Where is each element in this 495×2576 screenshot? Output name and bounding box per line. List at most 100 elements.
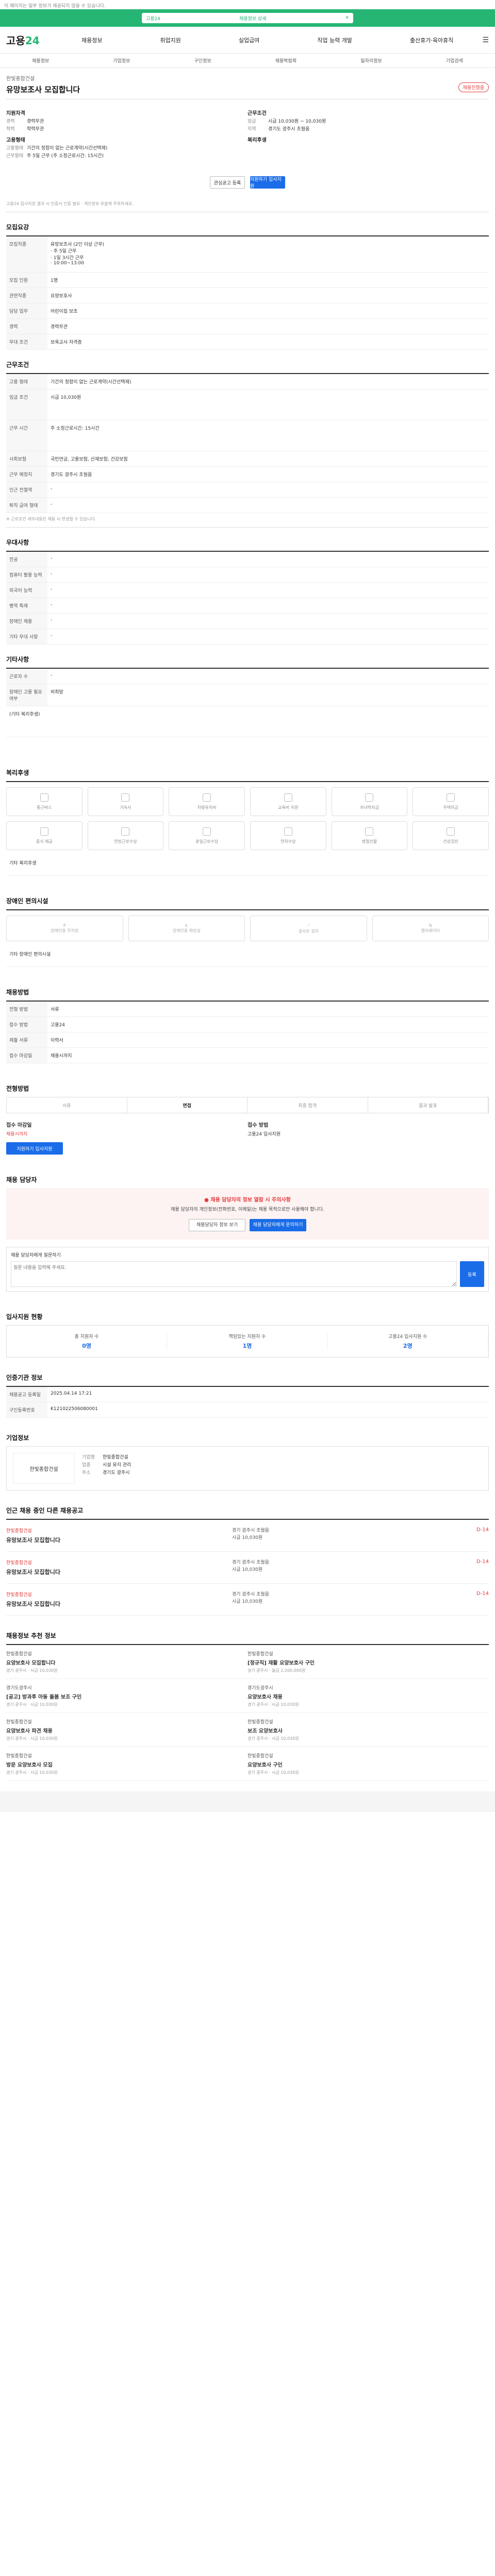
save-button[interactable]: 관심공고 등록	[210, 176, 245, 189]
stat-item: 책임있는 지원자 수 1명	[167, 1333, 328, 1350]
item-meta: 경기 광주시 초월읍	[232, 1528, 269, 1533]
rec-meta: 경기 광주시 · 시급 10,030원	[6, 1770, 58, 1775]
row-label: 고용 형태	[6, 374, 47, 389]
rec-title[interactable]: [공고] 방과후 아동 돌봄 보조 구인	[6, 1692, 248, 1700]
subnav-item[interactable]: 채용정보	[32, 57, 49, 64]
apply-button-2[interactable]: 지원하기 입사지원	[6, 1142, 63, 1155]
logo-text-b: 24	[25, 35, 40, 47]
calendar-icon	[203, 827, 211, 836]
row-value: 국민연금, 고용보험, 산재보험, 건강보험	[51, 457, 128, 462]
summary-key: 임금	[248, 119, 256, 124]
section-steps: 전형방법 서류 면접 최종 합격 결과 발표 접수 마감일 채용시까지 지원하기…	[6, 1084, 489, 1155]
question-submit-button[interactable]: 등록	[459, 1261, 484, 1287]
rec-title[interactable]: 요양보호사 채용	[248, 1692, 489, 1700]
item-company: 한빛종합건설	[6, 1529, 32, 1534]
nav-item-benefit[interactable]: 실업급여	[239, 36, 259, 44]
nav-item-support[interactable]: 취업지원	[160, 36, 180, 44]
top-note: 이 페이지는 일부 정보가 제공되지 않을 수 있습니다.	[0, 0, 495, 9]
item-company: 한빛종합건설	[6, 1592, 32, 1598]
welfare-label: 차량유지비	[197, 805, 217, 810]
step-item: 최종 합격	[248, 1097, 368, 1113]
list-item[interactable]: 한빛종합건설 유망보조사 모집합니다 경기 광주시 초월읍 시급 10,030원 D…	[6, 1520, 489, 1552]
section-disability: 장애인 편의시설 P 장애인용 주차장 ♿ 장애인용 화장실 ⟋ 경사로 설치 ⇅ 엘리…	[6, 896, 489, 967]
row-value: -	[51, 587, 53, 592]
rec-title[interactable]: 요양보호사 모집합니다	[6, 1658, 248, 1666]
apply-button[interactable]: 지원하기 입사지원	[250, 176, 285, 189]
subnav-item[interactable]: 기업검색	[446, 57, 463, 64]
section-title: 기타사항	[6, 656, 29, 663]
rec-item[interactable]: 한빛종합건설 [정규직] 재활 요양보호사 구인 경기 광주시 · 월급 2,200…	[248, 1645, 489, 1679]
coin-icon	[284, 827, 292, 836]
rec-item[interactable]: 경기도광주시 요양보호사 채용 경기 광주시 · 시급 10,030원	[248, 1679, 489, 1713]
summary-value: 경력무관	[27, 119, 44, 124]
rec-item[interactable]: 한빛종합건설 요양보호사 모집합니다 경기 광주시 · 시급 10,030원	[6, 1645, 248, 1679]
section-info: 인증기관 정보 채용공고 등록일 2025.04.14 17:21 구인등록번호 K…	[6, 1373, 489, 1418]
rec-title[interactable]: 보조 요양보호사	[248, 1726, 489, 1734]
step-bar: 서류 면접 최종 합격 결과 발표	[6, 1097, 489, 1113]
welfare-label: 중식 제공	[36, 839, 53, 844]
row-value: 고용24	[51, 1023, 65, 1028]
menu-icon[interactable]: ☰	[482, 36, 489, 44]
subnav-item[interactable]: 구인정보	[194, 57, 211, 64]
job-summary: 지원자격 경력 경력무관 학력 학력무관 고용형태 고용형태 기간의 정함이 없는 근…	[6, 99, 489, 161]
site-logo[interactable]: 고용24	[6, 32, 53, 47]
item-title[interactable]: 유망보조사 모집합니다	[6, 1536, 232, 1544]
rec-item[interactable]: 한빛종합건설 요양보호사 파견 채용 경기 광주시 · 시급 10,030원	[6, 1713, 248, 1747]
list-item[interactable]: 한빛종합건설 유망보조사 모집합니다 경기 광주시 초월읍 시급 10,030원 D…	[6, 1584, 489, 1616]
method-title: 접수 방법	[248, 1123, 269, 1128]
company-key: 주소	[82, 1470, 91, 1476]
item-title[interactable]: 유망보조사 모집합니다	[6, 1568, 232, 1576]
row-value: -	[51, 486, 53, 492]
section-title: 전형방법	[6, 1085, 29, 1092]
nav-item-training[interactable]: 직업 능력 개발	[317, 36, 352, 44]
question-input[interactable]	[11, 1261, 457, 1287]
job-title: 유망보조사 모집합니다	[6, 85, 80, 94]
nav-item-jobs[interactable]: 채용정보	[81, 36, 102, 44]
row-value: (기타 복리후생)	[9, 712, 40, 717]
company-logo: 한빛종합건설	[13, 1453, 75, 1484]
job-header: 한빛종합건설 유망보조사 모집합니다 채용진행중	[6, 68, 489, 99]
item-meta: 시급 10,030원	[232, 1567, 263, 1572]
rec-title[interactable]: 요양보호사 구인	[248, 1760, 489, 1768]
section-title: 근무조건	[6, 361, 29, 368]
item-meta: 경기 광주시 초월읍	[232, 1560, 269, 1565]
list-item[interactable]: 한빛종합건설 유망보조사 모집합니다 경기 광주시 초월읍 시급 10,030원 D…	[6, 1552, 489, 1584]
subnav-item[interactable]: 기업정보	[113, 57, 130, 64]
summary-value: 주 5일 근무 (주 소정근로시간: 15시간)	[27, 154, 104, 159]
rec-item[interactable]: 한빛종합건설 요양보호사 구인 경기 광주시 · 시급 10,030원	[248, 1747, 489, 1781]
rec-title[interactable]: 방문 요양보호사 모집	[6, 1760, 248, 1768]
item-meta: 경기 광주시 초월읍	[232, 1592, 269, 1597]
rec-item[interactable]: 경기도광주시 [공고] 방과후 아동 돌봄 보조 구인 경기 광주시 · 시급 10…	[6, 1679, 248, 1713]
nav-item-leave[interactable]: 출산휴가·육아휴직	[410, 36, 453, 44]
welfare-label: 명절선물	[361, 839, 377, 844]
rec-item[interactable]: 한빛종합건설 보조 요양보호사 경기 광주시 · 시급 10,030원	[248, 1713, 489, 1747]
rec-title[interactable]: 요양보호사 파견 채용	[6, 1726, 248, 1734]
rec-item[interactable]: 한빛종합건설 방문 요양보호사 모집 경기 광주시 · 시급 10,030원	[6, 1747, 248, 1781]
section-other: 기타사항 근로자 수- 장애인 고용 필요 여부 비희망 (기타 복리후생)	[6, 655, 489, 737]
item-dday: D-14	[476, 1559, 489, 1565]
rec-meta: 경기 광주시 · 시급 10,030원	[6, 1736, 58, 1741]
ask-contact-button[interactable]: 채용 담당자에게 문의하기	[250, 1219, 306, 1231]
subnav-item[interactable]: 채용박람회	[275, 57, 296, 64]
close-icon[interactable]: ✕	[345, 15, 349, 21]
top-banner: 고용24 채용정보 상세 ✕	[0, 9, 495, 27]
row-value: 비희망	[51, 690, 63, 695]
welfare-label: 휴일근로수당	[195, 839, 219, 844]
subnav-item[interactable]: 일자리정보	[360, 57, 382, 64]
row-label: 접수 마감일	[6, 1048, 47, 1063]
section-title: 인근 채용 중인 다른 채용공고	[6, 1507, 84, 1514]
view-contact-button[interactable]: 채용담당자 정보 보기	[189, 1219, 245, 1231]
summary-key: 학력	[6, 127, 15, 132]
section-recommend: 채용정보 추천 정보 한빛종합건설 요양보호사 모집합니다 경기 광주시 · 시급 …	[6, 1631, 489, 1781]
company-name[interactable]: 한빛종합건설	[6, 74, 489, 82]
banner-center: 채용정보 상세	[239, 16, 267, 22]
welfare-item: 연장근로수당	[87, 821, 164, 850]
row-label: 근로자 수	[6, 669, 47, 684]
item-title[interactable]: 유망보조사 모집합니다	[6, 1600, 232, 1608]
stat-value: 1명	[242, 1343, 252, 1349]
section-title: 채용 담당자	[6, 1176, 37, 1183]
row-label: 전공	[6, 552, 47, 567]
row-value: -	[51, 602, 53, 607]
rec-title[interactable]: [정규직] 재활 요양보호사 구인	[248, 1658, 489, 1666]
welfare-item: 건강검진	[412, 821, 489, 850]
